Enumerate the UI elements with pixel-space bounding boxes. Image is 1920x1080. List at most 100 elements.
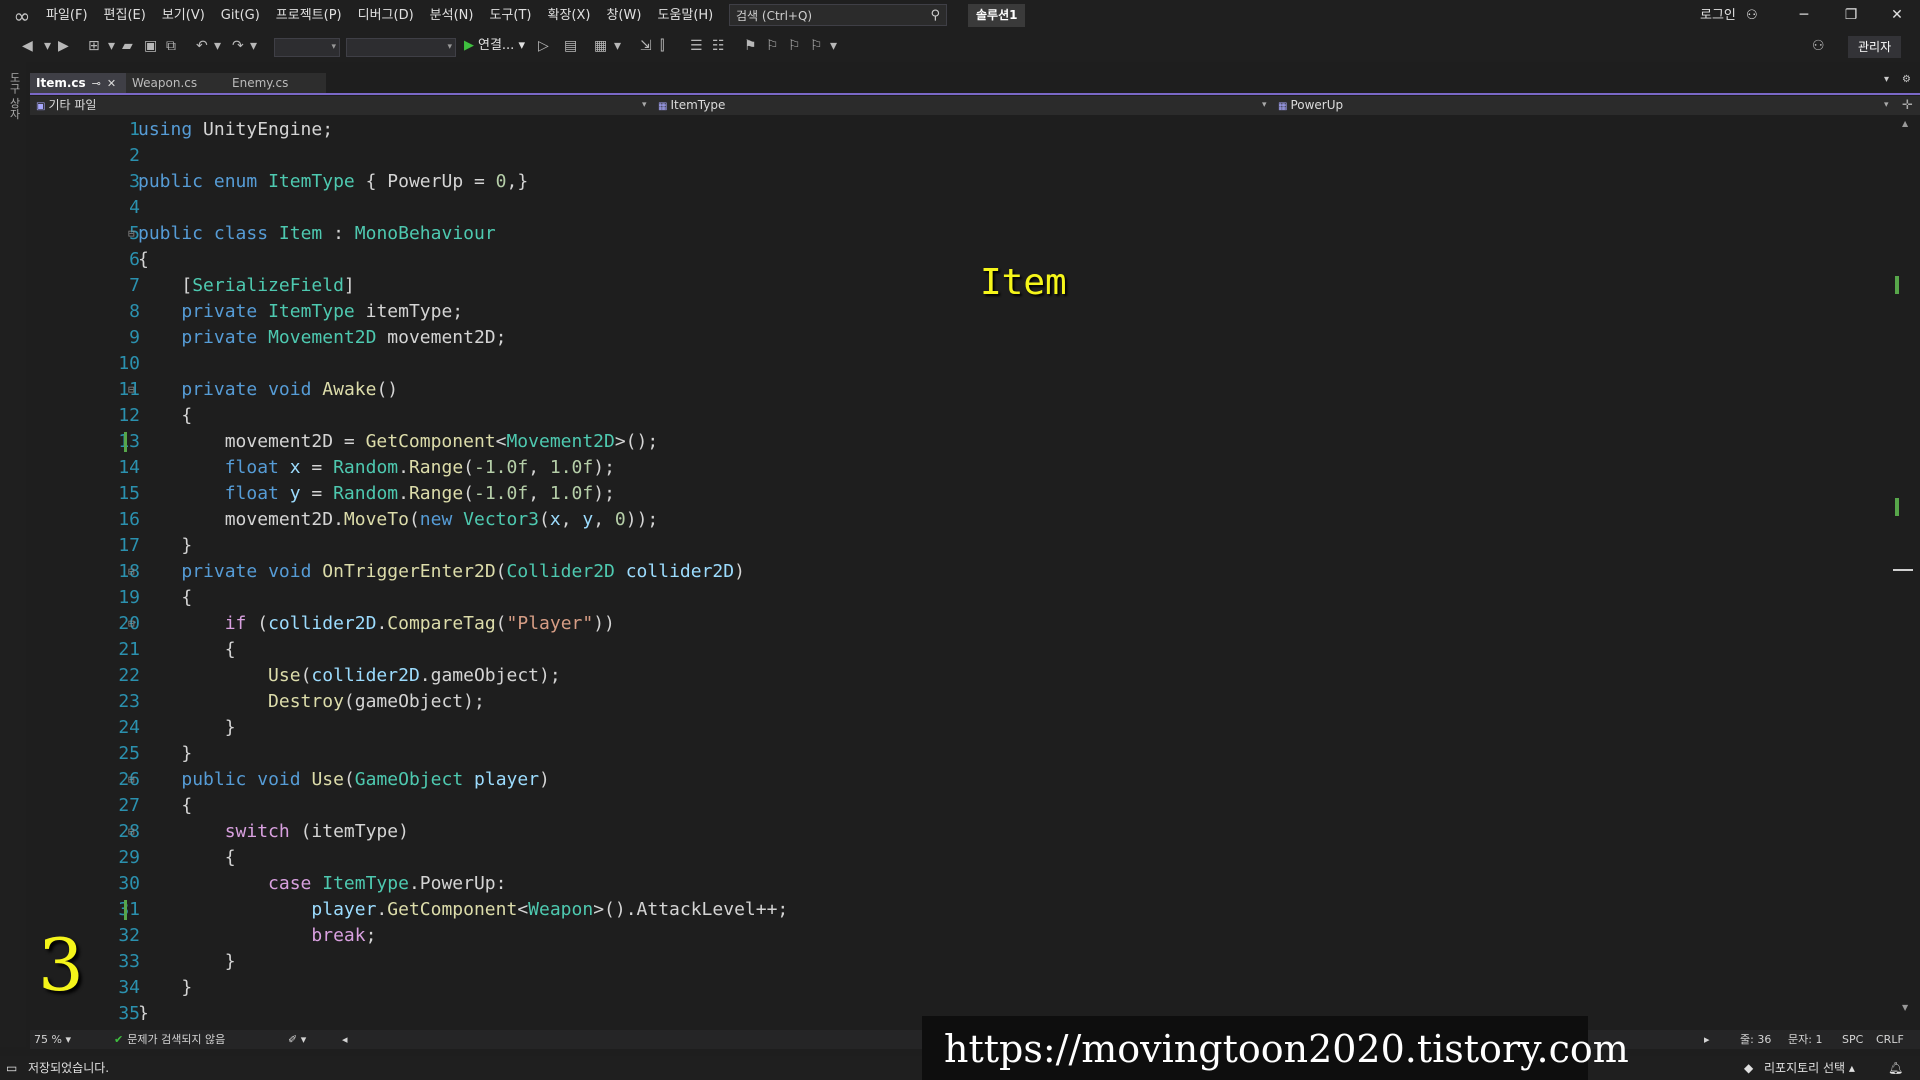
line-indicator[interactable]: 줄: 36 bbox=[1740, 1030, 1771, 1049]
collapse-icon[interactable]: ⊟ bbox=[128, 819, 135, 845]
code-line[interactable]: 24 } bbox=[30, 715, 1892, 741]
dropdown-arrow-icon[interactable]: ▾ bbox=[250, 37, 257, 55]
code-text[interactable]: switch (itemType) bbox=[138, 819, 409, 845]
scroll-right-icon[interactable]: ▸ bbox=[1704, 1030, 1710, 1049]
menu-debug[interactable]: 디버그(D) bbox=[350, 0, 422, 31]
code-line[interactable]: 13 movement2D = GetComponent<Movement2D>… bbox=[30, 429, 1892, 455]
code-text[interactable]: } bbox=[138, 1001, 149, 1020]
code-text[interactable]: private Movement2D movement2D; bbox=[138, 325, 506, 351]
code-line[interactable]: 19 { bbox=[30, 585, 1892, 611]
line-ending-indicator[interactable]: CRLF bbox=[1876, 1030, 1904, 1049]
status-output-icon[interactable]: ▭ bbox=[6, 1056, 17, 1080]
code-text[interactable]: private ItemType itemType; bbox=[138, 299, 463, 325]
code-text[interactable]: Use(collider2D.gameObject); bbox=[138, 663, 561, 689]
vertical-scrollbar[interactable]: ▲ ▼ bbox=[1892, 115, 1920, 1020]
collapse-icon[interactable]: ⊟ bbox=[128, 377, 135, 403]
collapse-icon[interactable]: ⊟ bbox=[128, 767, 135, 793]
back-icon[interactable]: ◀ bbox=[22, 37, 33, 55]
platform-dropdown[interactable]: ▾ bbox=[346, 38, 456, 57]
menu-tools[interactable]: 도구(T) bbox=[481, 0, 539, 31]
code-line[interactable]: 21 { bbox=[30, 637, 1892, 663]
code-line[interactable]: 11 ⊟ private void Awake() bbox=[30, 377, 1892, 403]
code-text[interactable]: using UnityEngine; bbox=[138, 117, 333, 143]
chevron-down-icon[interactable]: ▾ bbox=[642, 96, 647, 115]
dropdown-arrow-icon[interactable]: ▾ bbox=[214, 37, 221, 55]
uncomment-icon[interactable]: ☷ bbox=[712, 37, 725, 55]
code-line[interactable]: 15 float y = Random.Range(-1.0f, 1.0f); bbox=[30, 481, 1892, 507]
code-line[interactable]: 18 ⊟ private void OnTriggerEnter2D(Collid… bbox=[30, 559, 1892, 585]
code-line[interactable]: 8 private ItemType itemType; bbox=[30, 299, 1892, 325]
code-line[interactable]: 33 } bbox=[30, 949, 1892, 975]
menu-extensions[interactable]: 확장(X) bbox=[539, 0, 598, 31]
layout-icon[interactable]: ▦ bbox=[594, 37, 607, 55]
code-line[interactable]: 1 using UnityEngine; bbox=[30, 117, 1892, 143]
code-text[interactable]: Destroy(gameObject); bbox=[138, 689, 485, 715]
code-text[interactable]: } bbox=[138, 975, 192, 1001]
code-cleanup-icon[interactable]: ✐ ▾ bbox=[288, 1030, 306, 1049]
tab-weapon-cs[interactable]: Weapon.cs bbox=[126, 73, 226, 94]
code-text[interactable]: public enum ItemType { PowerUp = 0,} bbox=[138, 169, 528, 195]
next-bookmark-icon[interactable]: ⚐ bbox=[788, 37, 801, 55]
project-dropdown[interactable]: ▣ 기타 파일 bbox=[36, 96, 96, 115]
close-tab-icon[interactable]: ✕ bbox=[107, 77, 116, 90]
code-line[interactable]: 5 ⊟ public class Item : MonoBehaviour bbox=[30, 221, 1892, 247]
open-folder-icon[interactable]: ▰ bbox=[122, 37, 133, 55]
code-line[interactable]: 32 break; bbox=[30, 923, 1892, 949]
code-line[interactable]: 10 bbox=[30, 351, 1892, 377]
menu-edit[interactable]: 편집(E) bbox=[96, 0, 154, 31]
save-all-icon[interactable]: ⧉ bbox=[166, 37, 176, 55]
columns-icon[interactable]: ⫿ bbox=[660, 37, 664, 55]
comment-icon[interactable]: ☰ bbox=[690, 37, 703, 55]
code-line[interactable]: 26 ⊟ public void Use(GameObject player) bbox=[30, 767, 1892, 793]
code-text[interactable]: break; bbox=[138, 923, 376, 949]
code-text[interactable]: private void OnTriggerEnter2D(Collider2D… bbox=[138, 559, 745, 585]
menu-project[interactable]: 프로젝트(P) bbox=[268, 0, 350, 31]
redo-icon[interactable]: ↷ bbox=[232, 37, 244, 55]
pin-icon[interactable]: ⊸ bbox=[92, 77, 101, 90]
clear-bookmark-icon[interactable]: ⚐ bbox=[810, 37, 823, 55]
code-line[interactable]: 7 [SerializeField] bbox=[30, 273, 1892, 299]
tab-item-cs[interactable]: Item.cs ⊸ ✕ bbox=[30, 73, 126, 94]
zoom-dropdown[interactable]: 75 % ▾ bbox=[34, 1030, 71, 1049]
collapse-icon[interactable]: ⊟ bbox=[128, 559, 135, 585]
forward-icon[interactable]: ▶ bbox=[58, 37, 69, 55]
code-line[interactable]: 9 private Movement2D movement2D; bbox=[30, 325, 1892, 351]
code-line[interactable]: 14 float x = Random.Range(-1.0f, 1.0f); bbox=[30, 455, 1892, 481]
code-line[interactable]: 27 { bbox=[30, 793, 1892, 819]
collapse-icon[interactable]: ⊟ bbox=[128, 611, 135, 637]
close-window-button[interactable]: ✕ bbox=[1874, 0, 1920, 31]
code-text[interactable]: { bbox=[138, 585, 192, 611]
type-dropdown[interactable]: ▦ ItemType bbox=[658, 96, 725, 115]
code-text[interactable]: movement2D = GetComponent<Movement2D>(); bbox=[138, 429, 659, 455]
tab-list-dropdown-icon[interactable]: ▾ bbox=[1884, 74, 1889, 85]
menu-window[interactable]: 창(W) bbox=[598, 0, 649, 31]
solution-name-badge[interactable]: 솔루션1 bbox=[968, 4, 1026, 27]
code-line[interactable]: 12 { bbox=[30, 403, 1892, 429]
select-repository-button[interactable]: 리포지토리 선택 ▴ bbox=[1764, 1056, 1855, 1080]
code-text[interactable]: { bbox=[138, 845, 236, 871]
code-text[interactable]: if (collider2D.CompareTag("Player")) bbox=[138, 611, 615, 637]
step-icon[interactable]: ⇲ bbox=[640, 37, 652, 55]
code-text[interactable]: } bbox=[138, 741, 192, 767]
admin-button[interactable]: 관리자 bbox=[1848, 36, 1902, 58]
code-text[interactable]: [SerializeField] bbox=[138, 273, 354, 299]
split-add-icon[interactable]: ✛ bbox=[1902, 96, 1913, 115]
code-text[interactable]: { bbox=[138, 637, 236, 663]
dropdown-arrow-icon[interactable]: ▾ bbox=[44, 37, 51, 55]
menu-analyze[interactable]: 분석(N) bbox=[422, 0, 482, 31]
dropdown-arrow-icon[interactable]: ▾ bbox=[108, 37, 115, 55]
code-text[interactable]: float x = Random.Range(-1.0f, 1.0f); bbox=[138, 455, 615, 481]
feedback-icon[interactable]: ⚇ bbox=[1812, 37, 1825, 55]
chevron-down-icon[interactable]: ▾ bbox=[1884, 96, 1889, 115]
notification-bell-icon[interactable]: 🔔︎ bbox=[1888, 1056, 1903, 1080]
menu-view[interactable]: 보기(V) bbox=[154, 0, 213, 31]
code-text[interactable]: } bbox=[138, 715, 236, 741]
configuration-dropdown[interactable]: ▾ bbox=[274, 38, 340, 57]
scroll-up-icon[interactable]: ▲ bbox=[1902, 119, 1908, 128]
person-icon[interactable]: ⚇ bbox=[1746, 0, 1758, 31]
code-text[interactable]: { bbox=[138, 247, 149, 273]
code-text[interactable]: public void Use(GameObject player) bbox=[138, 767, 550, 793]
menu-git[interactable]: Git(G) bbox=[213, 0, 268, 31]
browse-icon[interactable]: ▤ bbox=[564, 37, 577, 55]
code-line[interactable]: 34 } bbox=[30, 975, 1892, 1001]
